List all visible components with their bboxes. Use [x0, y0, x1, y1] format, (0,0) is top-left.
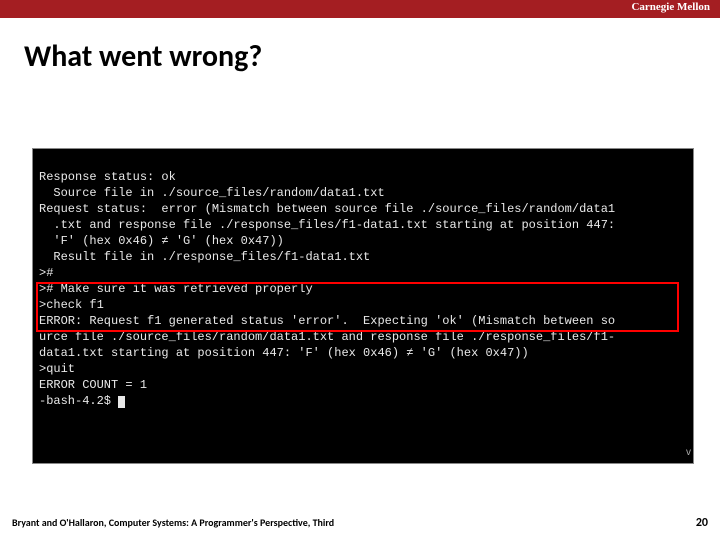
term-line: Result file in ./response_files/f1-data1… — [39, 250, 370, 264]
term-line: >check f1 — [39, 298, 104, 312]
term-line: data1.txt starting at position 447: 'F' … — [39, 346, 529, 360]
page-number: 20 — [696, 516, 708, 530]
term-line: Response status: ok — [39, 170, 176, 184]
term-line: 'F' (hex 0x46) ≠ 'G' (hex 0x47)) — [39, 234, 284, 248]
scroll-down-icon: v — [686, 445, 691, 461]
term-line: ERROR COUNT = 1 — [39, 378, 147, 392]
footer: Bryant and O'Hallaron, Computer Systems:… — [12, 516, 708, 530]
term-line: Request status: error (Mismatch between … — [39, 202, 615, 216]
institution-label: Carnegie Mellon — [631, 1, 710, 13]
term-line: >quit — [39, 362, 75, 376]
terminal-window: Response status: ok Source file in ./sou… — [32, 148, 694, 464]
citation-text: Bryant and O'Hallaron, Computer Systems:… — [12, 516, 334, 529]
term-line: Source file in ./source_files/random/dat… — [39, 186, 385, 200]
cursor-icon — [118, 396, 125, 408]
term-line: -bash-4.2$ — [39, 394, 118, 408]
term-line: urce file ./source_files/random/data1.tx… — [39, 330, 615, 344]
term-line: ># — [39, 266, 53, 280]
slide-title: What went wrong? — [0, 18, 720, 75]
term-line: ERROR: Request f1 generated status 'erro… — [39, 314, 615, 328]
term-line: ># Make sure it was retrieved properly — [39, 282, 313, 296]
terminal-content: Response status: ok Source file in ./sou… — [33, 149, 693, 463]
header-bar: Carnegie Mellon — [0, 0, 720, 18]
term-line: .txt and response file ./response_files/… — [39, 218, 615, 232]
